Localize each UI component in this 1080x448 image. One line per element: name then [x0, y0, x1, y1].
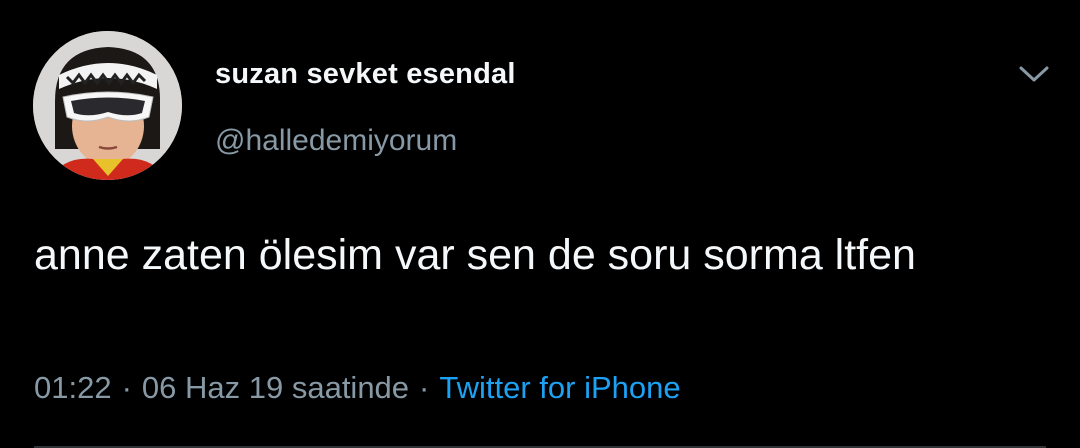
- tweet-time[interactable]: 01:22: [34, 370, 112, 405]
- chevron-down-icon: [1019, 66, 1049, 82]
- meta-separator: ·: [419, 370, 430, 405]
- tweet-source-link[interactable]: Twitter for iPhone: [439, 370, 680, 405]
- tweet-date[interactable]: 06 Haz 19 saatinde: [142, 370, 409, 405]
- tweet-meta: 01:22 · 06 Haz 19 saatinde · Twitter for iPh…: [34, 370, 681, 406]
- more-options-button[interactable]: [1012, 56, 1056, 92]
- tweet-text: anne zaten ölesim var sen de soru sorma …: [34, 231, 916, 279]
- display-name[interactable]: suzan sevket esendal: [215, 58, 516, 91]
- avatar[interactable]: [33, 31, 182, 180]
- tweet-card: suzan sevket esendal @halledemiyorum ann…: [0, 0, 1080, 448]
- user-handle[interactable]: @halledemiyorum: [215, 124, 457, 158]
- meta-separator: ·: [121, 370, 132, 405]
- profile-photo-icon: [33, 31, 182, 180]
